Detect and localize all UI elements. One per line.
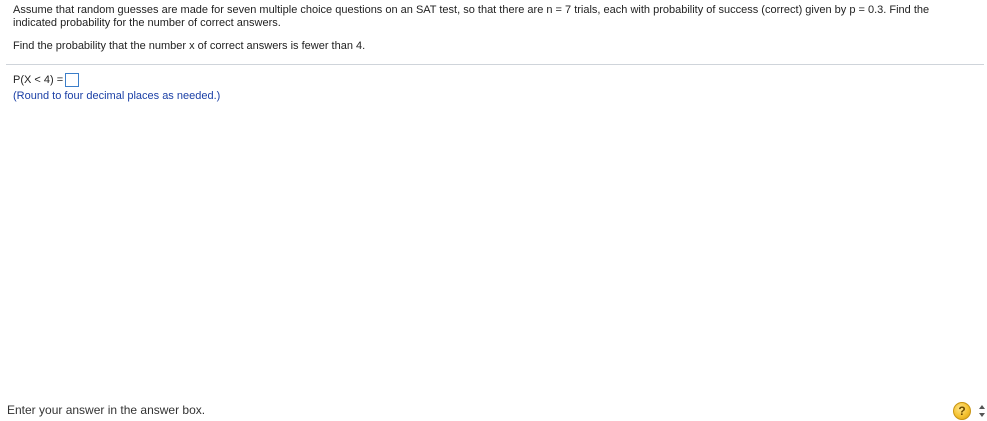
problem-statement: Assume that random guesses are made for … — [13, 4, 930, 29]
status-message: Enter your answer in the answer box. — [7, 403, 206, 417]
section-divider — [6, 64, 984, 65]
answer-label: P(X < 4) = — [13, 74, 64, 86]
scroll-down-icon — [979, 413, 985, 417]
rounding-hint: (Round to four decimal places as needed.… — [13, 90, 221, 102]
scroll-arrows[interactable] — [978, 402, 986, 420]
question-instruction: Find the probability that the number x o… — [13, 40, 366, 52]
help-icon: ? — [958, 404, 966, 418]
scroll-up-icon — [979, 405, 985, 409]
question-panel: Assume that random guesses are made for … — [13, 4, 973, 53]
answer-row: P(X < 4) = — [13, 71, 80, 89]
answer-input[interactable] — [65, 73, 80, 87]
help-button[interactable]: ? — [953, 402, 971, 420]
